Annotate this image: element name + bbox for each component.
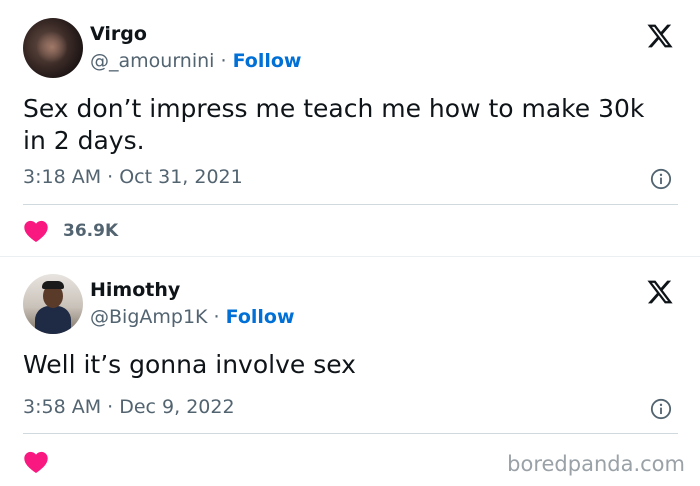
- divider: [23, 204, 678, 205]
- avatar-hat: [42, 281, 64, 289]
- tweet-timestamp[interactable]: 3:18 AM · Oct 31, 2021: [23, 166, 243, 188]
- separator: ·: [220, 50, 227, 72]
- avatar[interactable]: [23, 274, 83, 334]
- avatar-body: [35, 306, 71, 334]
- tweet-text: Sex don’t impress me teach me how to mak…: [23, 94, 645, 155]
- user-handle[interactable]: @_amournini: [90, 50, 214, 72]
- display-name[interactable]: Himothy: [90, 279, 180, 301]
- heart-icon[interactable]: [23, 450, 49, 474]
- follow-button[interactable]: Follow: [226, 306, 295, 328]
- tweet-text: Well it’s gonna involve sex: [23, 350, 356, 379]
- tweet-card: Virgo @_amournini · Follow Sex don’t imp…: [0, 0, 700, 256]
- follow-button[interactable]: Follow: [233, 50, 302, 72]
- like-count: 36.9K: [63, 221, 119, 241]
- like-row[interactable]: 36.9K: [23, 219, 118, 243]
- avatar[interactable]: [23, 18, 83, 78]
- info-icon[interactable]: [650, 398, 672, 420]
- divider: [23, 433, 678, 434]
- x-logo-icon[interactable]: [646, 22, 674, 50]
- handle-row: @_amournini · Follow: [90, 50, 301, 72]
- avatar-glow: [37, 30, 67, 64]
- tweet-timestamp[interactable]: 3:58 AM · Dec 9, 2022: [23, 396, 235, 418]
- handle-row: @BigAmp1K · Follow: [90, 306, 295, 328]
- info-icon[interactable]: [650, 168, 672, 190]
- heart-icon[interactable]: [23, 219, 49, 243]
- user-handle[interactable]: @BigAmp1K: [90, 306, 208, 328]
- separator: ·: [213, 306, 220, 328]
- display-name[interactable]: Virgo: [90, 23, 147, 45]
- watermark: boredpanda.com: [507, 452, 685, 476]
- x-logo-icon[interactable]: [646, 278, 674, 306]
- like-row[interactable]: [23, 450, 63, 474]
